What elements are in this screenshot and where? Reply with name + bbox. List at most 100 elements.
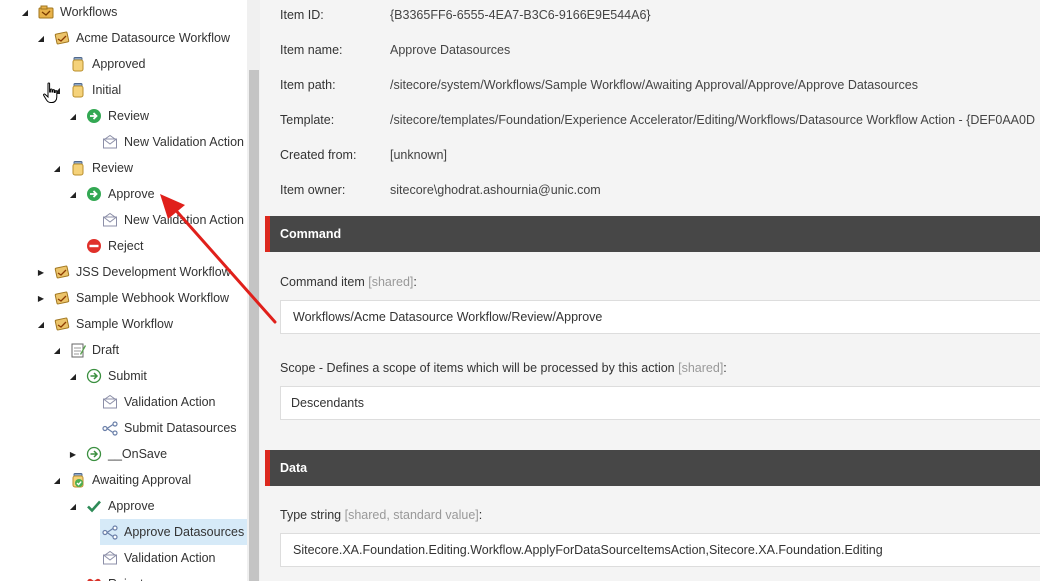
workflow-icon xyxy=(54,316,70,332)
shared-indicator: [shared] xyxy=(368,275,414,289)
expand-toggle-icon[interactable]: ▶ xyxy=(68,449,78,459)
tree-item-label: Initial xyxy=(92,83,122,97)
tree-item[interactable]: Validation Action xyxy=(102,545,216,571)
tree-item-label: Review xyxy=(108,109,149,123)
tree-item[interactable]: Validation Action xyxy=(102,389,216,415)
workflow-icon xyxy=(54,290,70,306)
scope-value: Descendants xyxy=(291,396,364,410)
tree-item[interactable]: Draft xyxy=(70,337,119,363)
scope-field-label: Scope - Defines a scope of items which w… xyxy=(280,361,727,375)
field-label-colon: : xyxy=(478,508,483,522)
tree-item-label: Sample Webhook Workflow xyxy=(76,291,230,305)
tree-item-label: Submit xyxy=(108,369,147,383)
info-value: {B3365FF6-6555-4EA7-B3C6-9166E9E544A6} xyxy=(390,8,651,22)
collapse-toggle-icon[interactable]: ◢ xyxy=(52,475,62,485)
collapse-toggle-icon[interactable]: ◢ xyxy=(20,7,30,17)
tree-item[interactable]: JSS Development Workflow xyxy=(54,259,231,285)
collapse-toggle-icon[interactable]: ◢ xyxy=(68,189,78,199)
tree-item[interactable]: Submit Datasources xyxy=(102,415,237,441)
action-share-icon xyxy=(102,524,118,540)
state-icon xyxy=(70,56,86,72)
tree-item-label: Sample Workflow xyxy=(76,317,174,331)
shared-indicator: [shared, standard value] xyxy=(344,508,479,522)
section-header-command[interactable]: Command xyxy=(265,216,1040,252)
tree-item-label: JSS Development Workflow xyxy=(76,265,231,279)
info-value: Approve Datasources xyxy=(390,43,511,57)
hand-cursor-icon xyxy=(43,82,58,103)
command-outline-icon xyxy=(86,368,102,384)
info-label: Item path: xyxy=(280,78,336,92)
tree-item[interactable]: Reject xyxy=(86,233,143,259)
type-string-value: Sitecore.XA.Foundation.Editing.Workflow.… xyxy=(293,543,883,557)
tree-item-label: Validation Action xyxy=(124,395,216,409)
collapse-toggle-icon[interactable]: ◢ xyxy=(36,33,46,43)
action-envelope-icon xyxy=(102,212,118,228)
info-row-created-from: Created from: [unknown] xyxy=(280,148,447,162)
field-label-text: Command item xyxy=(280,275,365,289)
tree-item[interactable]: Approve xyxy=(86,493,155,519)
command-item-input[interactable]: Workflows/Acme Datasource Workflow/Revie… xyxy=(280,300,1040,334)
tree-item[interactable]: Submit xyxy=(86,363,147,389)
info-row-item-owner: Item owner: sitecore\ghodrat.ashournia@u… xyxy=(280,183,601,197)
tree-item-label: Draft xyxy=(92,343,120,357)
command-outline-icon xyxy=(86,446,102,462)
workflow-folder-icon xyxy=(38,4,54,20)
type-string-input[interactable]: Sitecore.XA.Foundation.Editing.Workflow.… xyxy=(280,533,1040,567)
collapse-toggle-icon[interactable]: ◢ xyxy=(52,163,62,173)
info-value: sitecore\ghodrat.ashournia@unic.com xyxy=(390,183,601,197)
tree-item[interactable]: Acme Datasource Workflow xyxy=(54,25,230,51)
info-row-item-path: Item path: /sitecore/system/Workflows/Sa… xyxy=(280,78,918,92)
tree-item[interactable]: Sample Workflow xyxy=(54,311,173,337)
tree-item[interactable]: Approved xyxy=(70,51,146,77)
tree-item[interactable]: Approve xyxy=(86,181,155,207)
command-item-field-label: Command item [shared]: xyxy=(280,275,417,289)
info-label: Item name: xyxy=(280,43,343,57)
tree-item[interactable]: Reject xyxy=(86,571,143,581)
section-header-data[interactable]: Data xyxy=(265,450,1040,486)
tree-item[interactable]: Approve Datasources xyxy=(100,519,249,545)
tree-item[interactable]: Review xyxy=(86,103,149,129)
tree-item[interactable]: Sample Webhook Workflow xyxy=(54,285,229,311)
tree-item-label: Approve xyxy=(108,187,155,201)
tree-item[interactable]: New Validation Action xyxy=(102,207,244,233)
field-label-colon: : xyxy=(413,275,417,289)
tree-item[interactable]: Initial xyxy=(70,77,121,103)
tree-item[interactable]: Awaiting Approval xyxy=(70,467,191,493)
shared-indicator: [shared] xyxy=(678,361,724,375)
expand-toggle-icon[interactable]: ▶ xyxy=(36,293,46,303)
scope-input[interactable]: Descendants xyxy=(280,386,1040,420)
collapse-toggle-icon[interactable]: ◢ xyxy=(68,371,78,381)
info-label: Item ID: xyxy=(280,8,324,22)
approval-state-icon xyxy=(70,472,86,488)
tree-item[interactable]: New Validation Action xyxy=(102,129,244,155)
tree-item-label: Reject xyxy=(108,577,143,581)
checkmark-icon xyxy=(86,498,102,514)
action-envelope-icon xyxy=(102,550,118,566)
collapse-toggle-icon[interactable]: ◢ xyxy=(68,501,78,511)
tree-item[interactable]: Workflows xyxy=(38,0,117,25)
info-value[interactable]: /sitecore/templates/Foundation/Experienc… xyxy=(390,113,1035,127)
expand-toggle-icon[interactable]: ▶ xyxy=(36,267,46,277)
tree-item-label: Workflows xyxy=(60,5,118,19)
tree-item[interactable]: __OnSave xyxy=(86,441,167,467)
collapse-toggle-icon[interactable]: ◢ xyxy=(36,319,46,329)
field-label-text: Scope - Defines a scope of items which w… xyxy=(280,361,675,375)
tree-item-label: Awaiting Approval xyxy=(92,473,192,487)
tree-item[interactable]: Review xyxy=(70,155,133,181)
collapse-toggle-icon[interactable]: ◢ xyxy=(52,345,62,355)
draft-state-icon xyxy=(70,342,86,358)
tree-item-label: __OnSave xyxy=(108,447,168,461)
item-editor: Item ID: {B3365FF6-6555-4EA7-B3C6-9166E9… xyxy=(260,0,1040,581)
tree-item-label: Review xyxy=(92,161,133,175)
workflow-icon xyxy=(54,264,70,280)
action-envelope-icon xyxy=(102,394,118,410)
command-item-value: Workflows/Acme Datasource Workflow/Revie… xyxy=(293,310,603,324)
tree-item-label: Acme Datasource Workflow xyxy=(76,31,230,45)
tree-scrollbar-thumb[interactable] xyxy=(249,70,259,581)
tree-item-label: Approve xyxy=(108,499,155,513)
action-share-icon xyxy=(102,420,118,436)
section-title: Data xyxy=(280,461,308,475)
collapse-toggle-icon[interactable]: ◢ xyxy=(68,111,78,121)
section-title: Command xyxy=(280,227,342,241)
tree-item-label: Validation Action xyxy=(124,551,216,565)
